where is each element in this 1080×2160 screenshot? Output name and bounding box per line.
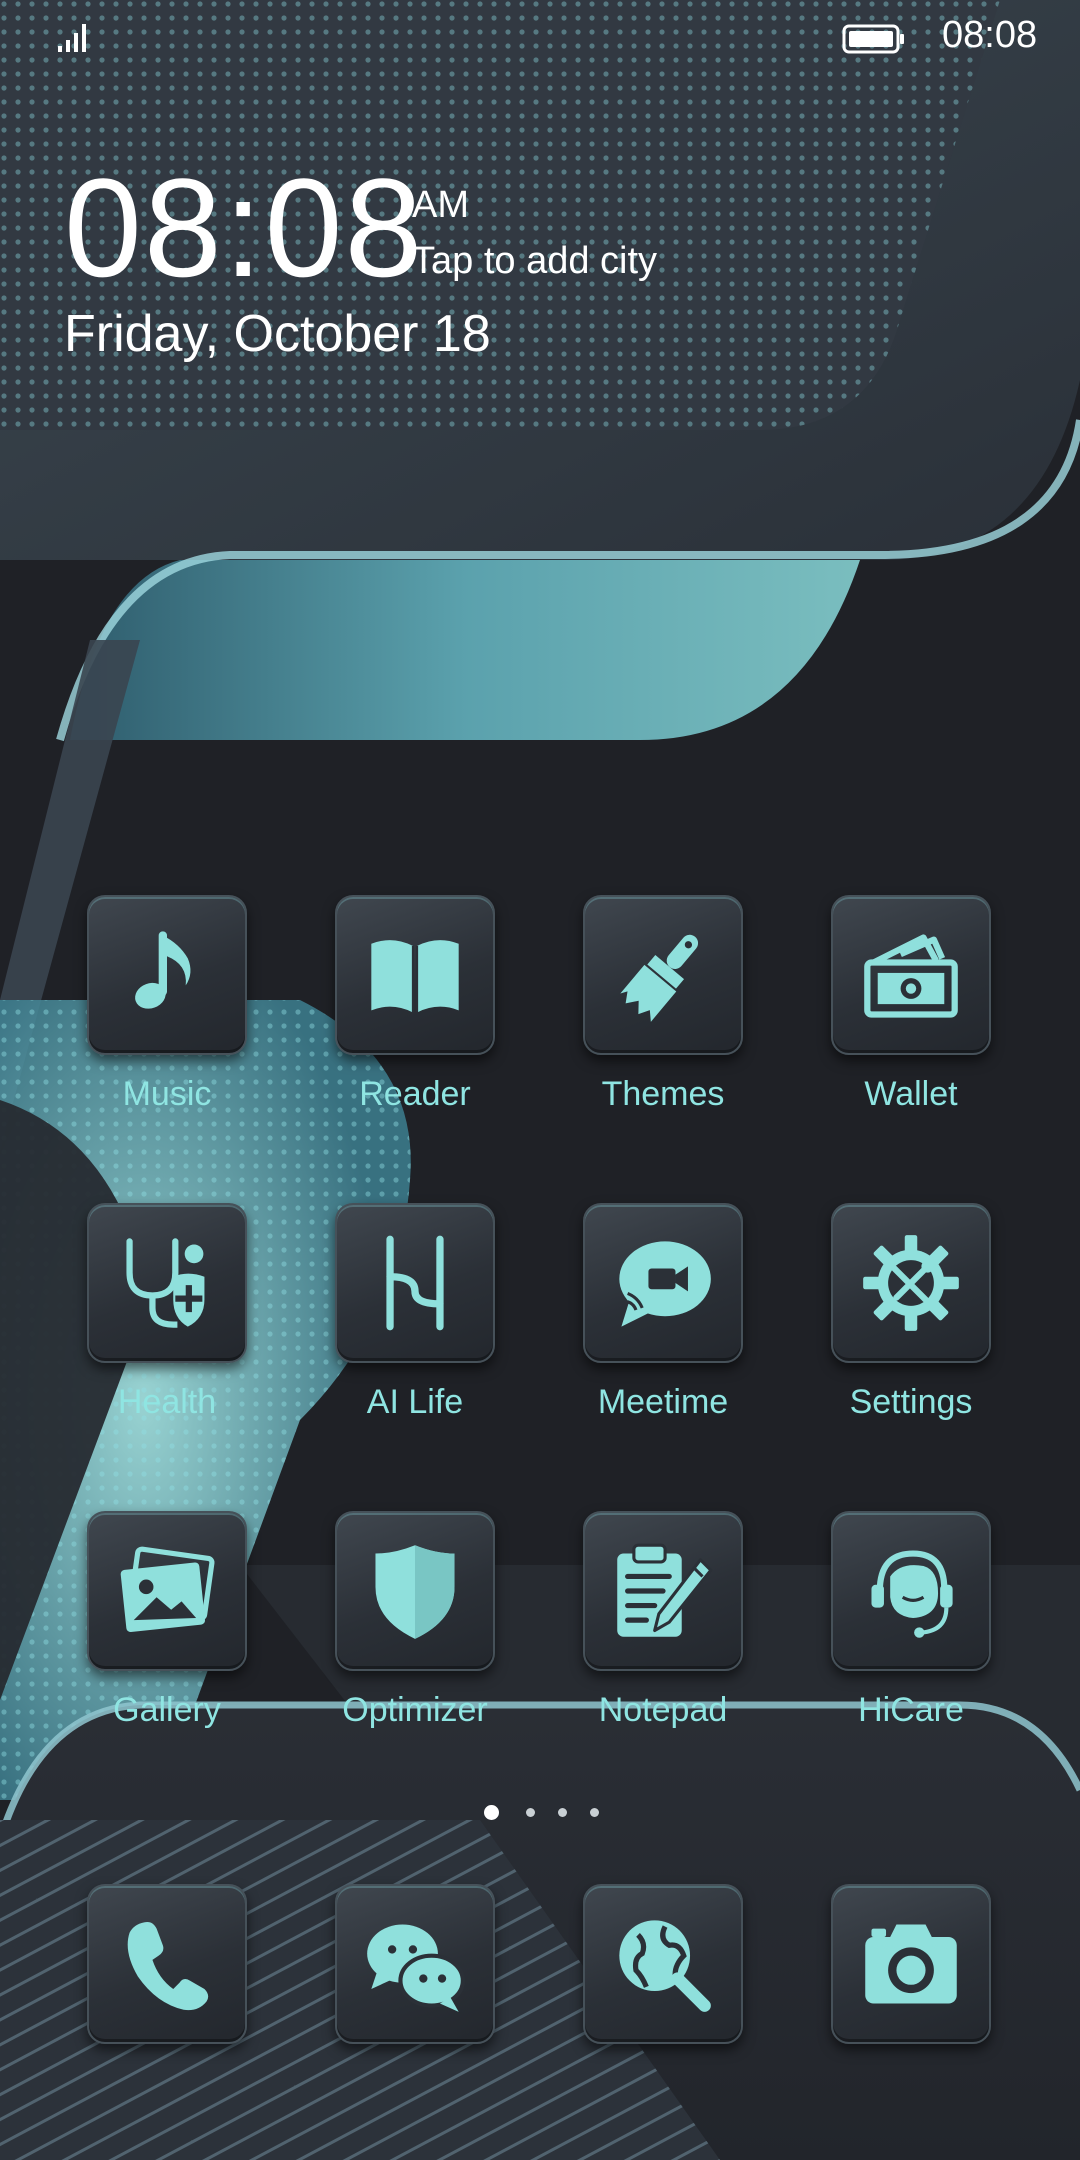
video-chat-icon [619,1241,711,1327]
page-dot[interactable] [558,1808,567,1817]
status-time: 08:08 [942,14,1038,56]
app-tile[interactable] [583,1511,743,1671]
app-tile[interactable] [335,1884,495,2044]
app-tile[interactable] [583,1884,743,2044]
globe-search-icon [619,1920,711,2012]
ai-life-icon [386,1235,444,1331]
camera-icon [865,1924,957,2004]
page-dot[interactable] [590,1808,599,1817]
app-tile[interactable] [583,895,743,1055]
app-tile[interactable] [335,895,495,1055]
app-label: Optimizer [342,1691,488,1729]
add-city-link[interactable]: Tap to add city [412,240,657,283]
app-ai-life[interactable]: AI Life [315,1203,515,1433]
app-label: Wallet [864,1075,958,1113]
page-dot[interactable] [526,1808,535,1817]
shield-icon [375,1545,455,1639]
app-meetime[interactable]: Meetime [563,1203,763,1433]
clock-ampm: AM [412,184,469,226]
gear-wrench-icon [863,1235,959,1331]
app-label: Themes [601,1075,725,1113]
music-note-icon [135,931,191,1009]
app-reader[interactable]: Reader [315,895,515,1125]
app-tile[interactable] [583,1203,743,1363]
app-label: Music [122,1075,212,1113]
app-tile[interactable] [335,1203,495,1363]
app-label: AI Life [366,1383,464,1421]
dock-browser[interactable] [563,1884,763,2114]
clipboard-pencil-icon [617,1543,713,1637]
app-settings[interactable]: Settings [811,1203,1011,1433]
battery-icon [842,24,904,54]
dock-messages[interactable] [315,1884,515,2114]
app-label: Notepad [598,1691,728,1729]
book-icon [371,940,459,1013]
stethoscope-icon [126,1238,205,1328]
photo-icon [120,1546,215,1632]
app-themes[interactable]: Themes [563,895,763,1125]
app-label: Gallery [113,1691,221,1729]
wallet-icon [864,934,958,1018]
app-tile[interactable] [831,1203,991,1363]
app-hicare[interactable]: HiCare [811,1511,1011,1741]
app-music[interactable]: Music [67,895,267,1125]
page-dot-active[interactable] [484,1805,499,1820]
clock-time[interactable]: 08:08 [64,158,424,298]
app-label: Meetime [597,1383,729,1421]
signal-icon [58,24,86,52]
clock-widget[interactable]: 08:08 AM Tap to add city Friday, October… [64,158,764,378]
app-tile[interactable] [831,895,991,1055]
app-label: Health [117,1383,217,1421]
dock-camera[interactable] [811,1884,1011,2114]
app-tile[interactable] [831,1884,991,2044]
app-tile[interactable] [335,1511,495,1671]
app-tile[interactable] [87,1511,247,1671]
page-indicator [480,1802,600,1826]
app-label: Reader [359,1075,471,1113]
headset-icon [871,1550,953,1638]
app-tile[interactable] [87,895,247,1055]
status-bar: 08:08 [0,0,1080,76]
paintbrush-icon [620,934,699,1022]
app-tile[interactable] [87,1203,247,1363]
app-label: Settings [849,1383,973,1421]
app-gallery[interactable]: Gallery [67,1511,267,1741]
clock-date[interactable]: Friday, October 18 [64,304,491,364]
dock-phone[interactable] [67,1884,267,2114]
app-optimizer[interactable]: Optimizer [315,1511,515,1741]
app-tile[interactable] [87,1884,247,2044]
phone-icon [127,1921,209,2011]
app-label: HiCare [858,1691,964,1729]
app-wallet[interactable]: Wallet [811,895,1011,1125]
app-notepad[interactable]: Notepad [563,1511,763,1741]
chat-bubbles-icon [367,1924,465,2012]
app-health[interactable]: Health [67,1203,267,1433]
app-tile[interactable] [831,1511,991,1671]
